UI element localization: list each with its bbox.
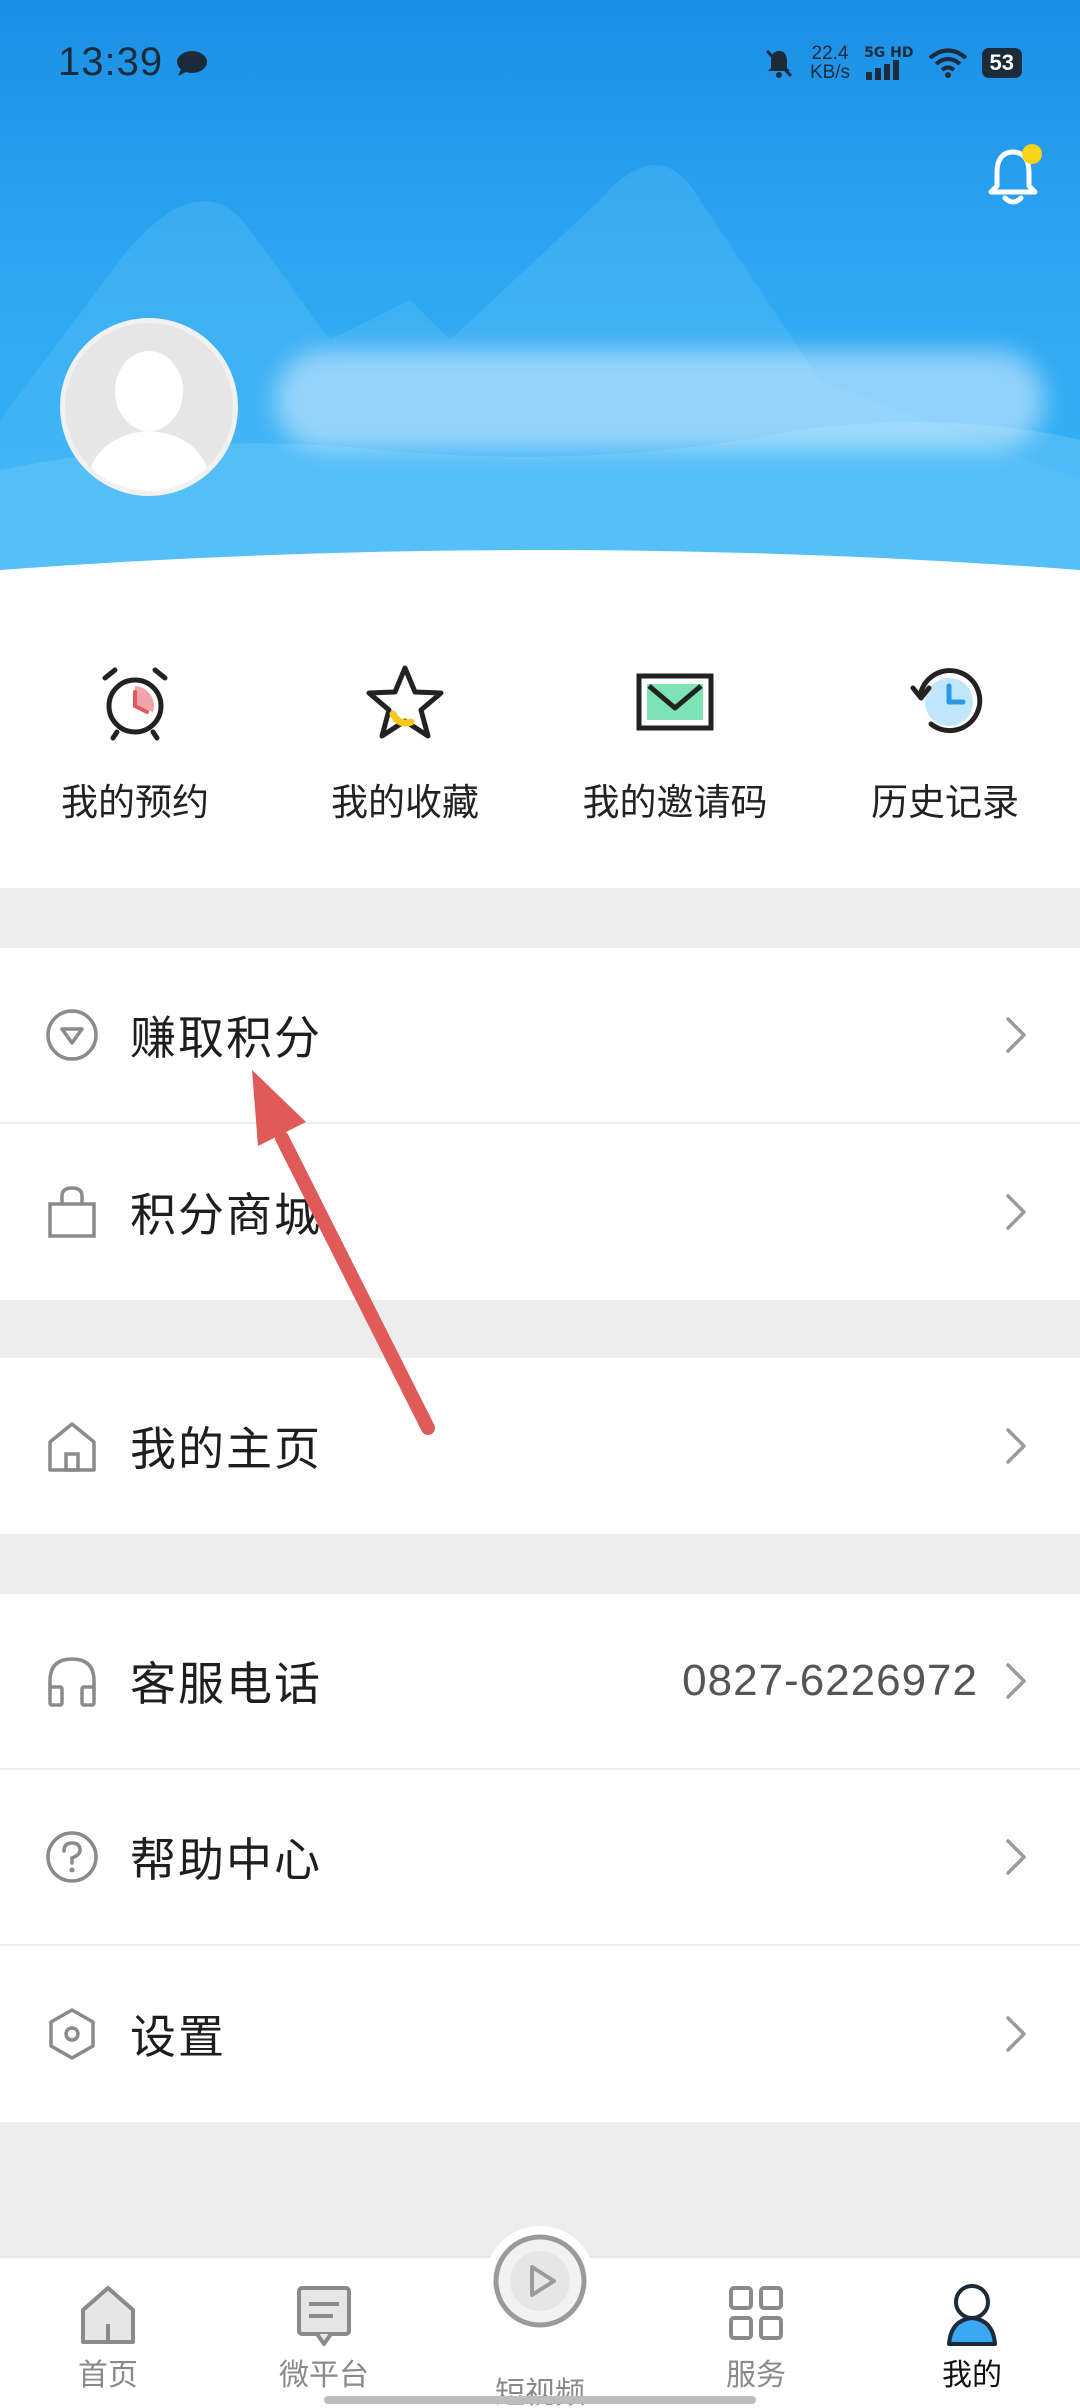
chevron-right-icon [1006,1839,1026,1875]
chevron-right-icon [1006,1017,1026,1053]
row-label: 积分商城 [130,1188,322,1242]
profile-icon [947,2284,997,2346]
home-icon [81,2286,135,2344]
grid-icon [729,2286,783,2340]
quick-my-favorites[interactable]: 我的收藏 [270,600,540,888]
blurred-username [275,350,1045,450]
support-group: 客服电话 0827-6226972 帮助中心 设置 [0,1594,1080,2122]
tab-short-video[interactable]: 短视频 [432,2226,648,2408]
house-icon [48,1422,96,1472]
question-icon [46,1831,98,1883]
history-clock-icon [910,668,983,733]
chat-bubble-icon [177,50,208,76]
quick-my-appointments[interactable]: 我的预约 [0,600,270,888]
diamond-icon [46,1009,98,1061]
quick-label: 我的预约 [61,781,209,824]
profile-header: 13:39 22.4 KB/s 5G HD 53 [0,0,1080,600]
status-bar: 13:39 22.4 KB/s 5G HD 53 [0,0,1080,125]
shopping-bag-icon [48,1186,96,1238]
home-indicator[interactable] [324,2396,756,2404]
tab-services[interactable]: 服务 [648,2258,864,2408]
cell-signal-icon [866,59,900,80]
menu-help-center[interactable]: 帮助中心 [0,1770,1080,1946]
tab-label: 首页 [78,2358,138,2393]
row-label: 赚取积分 [130,1011,322,1065]
bottom-tab-bar: 首页 微平台 短视频 服务 我的 [0,2226,1080,2408]
status-time: 13:39 [58,40,164,84]
envelope-icon [636,673,714,731]
net-speed: 22.4 KB/s [809,42,851,83]
tab-label: 我的 [942,2358,1002,2393]
chevron-right-icon [1006,2016,1026,2052]
avatar[interactable] [60,318,238,496]
quick-actions: 我的预约 我的收藏 我的邀请码 历史记录 [0,600,1080,888]
menu-settings[interactable]: 设置 [0,1946,1080,2122]
row-label: 设置 [130,2010,226,2064]
tab-home[interactable]: 首页 [0,2258,216,2408]
notification-bell-icon[interactable] [985,140,1045,210]
menu-points-mall[interactable]: 积分商城 [0,1124,1080,1300]
default-avatar-icon [85,351,213,491]
center-bubble [485,2226,595,2336]
signal-label: 5G HD [864,44,914,61]
star-icon [366,665,444,739]
row-label: 客服电话 [130,1657,322,1711]
points-group: 赚取积分 积分商城 [0,948,1080,1300]
homepage-group: 我的主页 [0,1358,1080,1534]
menu-earn-points[interactable]: 赚取积分 [0,948,1080,1124]
headphones-icon [48,1657,96,1707]
menu-my-homepage[interactable]: 我的主页 [0,1358,1080,1534]
mute-bell-icon [765,49,793,78]
tab-mine[interactable]: 我的 [864,2258,1080,2408]
play-icon [493,2234,587,2328]
quick-label: 我的收藏 [331,781,479,824]
battery-indicator: 53 [981,47,1022,78]
message-board-icon [297,2286,351,2346]
row-label: 帮助中心 [130,1833,322,1887]
wifi-icon [928,48,967,78]
hexagon-gear-icon [49,2008,95,2060]
header-curve [0,550,1080,600]
chevron-right-icon [1006,1428,1026,1464]
quick-history[interactable]: 历史记录 [810,600,1080,888]
quick-label: 历史记录 [871,781,1019,824]
quick-label: 我的邀请码 [582,781,768,824]
menu-customer-service[interactable]: 客服电话 0827-6226972 [0,1594,1080,1770]
chevron-right-icon [1006,1663,1026,1699]
chevron-right-icon [1006,1194,1026,1230]
tab-label: 服务 [726,2358,786,2393]
quick-my-invite-code[interactable]: 我的邀请码 [540,600,810,888]
row-label: 我的主页 [130,1422,322,1476]
tab-label: 微平台 [279,2358,369,2393]
tab-micro-platform[interactable]: 微平台 [216,2258,432,2408]
phone-number[interactable]: 0827-6226972 [682,1656,978,1706]
alarm-clock-icon [102,667,168,741]
